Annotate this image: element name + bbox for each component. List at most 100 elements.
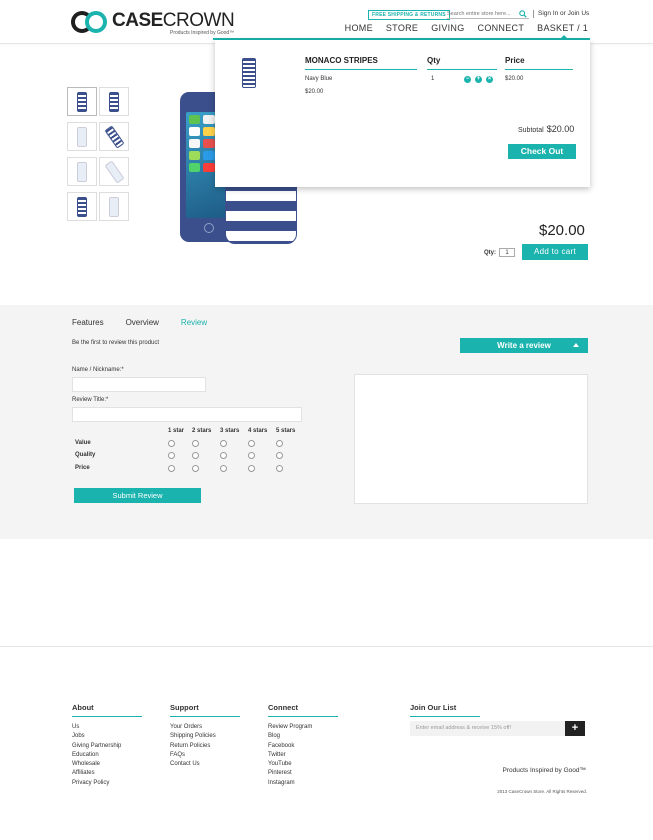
basket-qty-value: 1 — [431, 76, 435, 82]
rating-radio[interactable] — [248, 452, 255, 459]
footer-about: About Us Jobs Giving Partnership Educati… — [72, 703, 142, 788]
footer-link[interactable]: Instagram — [268, 779, 338, 788]
rating-radio[interactable] — [168, 440, 175, 447]
minus-icon[interactable]: − — [464, 76, 471, 83]
footer-link[interactable]: Blog — [268, 732, 338, 741]
basket-dropdown: MONACO STRIPES Qty Price Navy Blue $20.0… — [215, 40, 590, 187]
header-divider — [533, 10, 534, 18]
rating-radio[interactable] — [248, 440, 255, 447]
footer-link[interactable]: Pinterest — [268, 769, 338, 778]
nav-giving[interactable]: GIVING — [431, 23, 464, 33]
thumbnail[interactable] — [67, 192, 97, 221]
product-thumbnails — [67, 87, 129, 221]
footer-tagline: Products Inspired by Good™ — [502, 767, 586, 774]
rating-header: 3 stars — [220, 428, 240, 434]
sign-in-link[interactable]: Sign In or Join Us — [538, 10, 589, 17]
footer-divider — [0, 646, 653, 647]
basket-qty-header: Qty — [427, 56, 497, 70]
thumbnail[interactable] — [99, 122, 129, 151]
footer-link[interactable]: Shipping Policies — [170, 732, 240, 741]
search-bar — [447, 9, 529, 19]
footer-link[interactable]: Return Policies — [170, 742, 240, 751]
rating-radio[interactable] — [276, 452, 283, 459]
footer-link[interactable]: Twitter — [268, 751, 338, 760]
search-input[interactable] — [447, 10, 517, 17]
logo-wordmark: CASECROWN — [112, 10, 235, 31]
basket-price-header: Price — [505, 56, 573, 70]
footer-link[interactable]: Affiliates — [72, 769, 142, 778]
qty-input[interactable]: 1 — [499, 248, 515, 257]
rating-radio[interactable] — [192, 440, 199, 447]
rating-header: 1 star — [168, 428, 185, 434]
rating-header: 4 stars — [248, 428, 268, 434]
footer-link[interactable]: FAQs — [170, 751, 240, 760]
footer-link[interactable]: Contact Us — [170, 760, 240, 769]
basket-line-price: $20.00 — [505, 76, 524, 82]
tab-overview[interactable]: Overview — [126, 318, 159, 327]
write-review-button[interactable]: Write a review — [460, 338, 588, 353]
footer-link[interactable]: YouTube — [268, 760, 338, 769]
rating-radio[interactable] — [220, 465, 227, 472]
footer-support: Support Your Orders Shipping Policies Re… — [170, 703, 240, 769]
rating-radio[interactable] — [276, 440, 283, 447]
thumbnail[interactable] — [67, 157, 97, 186]
review-text-area[interactable] — [354, 374, 588, 504]
thumbnail[interactable] — [67, 87, 97, 116]
rating-radio[interactable] — [192, 465, 199, 472]
nickname-label: Name / Nickname:* — [72, 367, 124, 373]
remove-icon[interactable]: × — [486, 76, 493, 83]
footer-heading: Connect — [268, 703, 338, 717]
footer-heading: About — [72, 703, 142, 717]
thumbnail[interactable] — [99, 157, 129, 186]
rating-header: 2 stars — [192, 428, 212, 434]
add-to-cart-button[interactable]: Add to cart — [522, 244, 588, 260]
rating-radio[interactable] — [168, 452, 175, 459]
submit-review-button[interactable]: Submit Review — [74, 488, 201, 503]
footer-link[interactable]: Giving Partnership — [72, 742, 142, 751]
rating-radio[interactable] — [220, 440, 227, 447]
newsletter-email-input[interactable]: Enter email address & receive 15% off! — [410, 721, 565, 736]
checkout-button[interactable]: Check Out — [508, 144, 576, 159]
qty-label: Qty: — [484, 250, 496, 256]
footer-connect: Connect Review Program Blog Facebook Twi… — [268, 703, 338, 788]
plus-icon[interactable]: + — [565, 721, 585, 736]
rating-header: 5 stars — [276, 428, 296, 434]
footer-link[interactable]: Review Program — [268, 723, 338, 732]
footer-link[interactable]: Your Orders — [170, 723, 240, 732]
footer-link[interactable]: Wholesale — [72, 760, 142, 769]
search-icon[interactable] — [519, 9, 527, 18]
footer-link[interactable]: Education — [72, 751, 142, 760]
thumbnail[interactable] — [99, 192, 129, 221]
plus-icon[interactable]: + — [475, 76, 482, 83]
rating-radio[interactable] — [192, 452, 199, 459]
site-logo[interactable]: CASECROWN Products Inspired by Good™ — [71, 10, 235, 36]
nav-connect[interactable]: CONNECT — [478, 23, 525, 33]
footer-link[interactable]: Us — [72, 723, 142, 732]
rating-radio[interactable] — [220, 452, 227, 459]
tab-review[interactable]: Review — [181, 318, 207, 327]
basket-item-thumbnail[interactable] — [235, 55, 263, 91]
basket-subtotal: Subtotal $20.00 — [518, 124, 575, 134]
rating-radio[interactable] — [168, 465, 175, 472]
nickname-field[interactable] — [72, 377, 206, 392]
empty-review-text: Be the first to review this product — [72, 340, 160, 346]
nav-store[interactable]: STORE — [386, 23, 418, 33]
footer-link[interactable]: Privacy Policy — [72, 779, 142, 788]
logo-tagline: Products Inspired by Good™ — [169, 30, 235, 36]
thumbnail[interactable] — [67, 122, 97, 151]
rating-row-label: Price — [75, 465, 90, 471]
tab-features[interactable]: Features — [72, 318, 104, 327]
newsletter-heading: Join Our List — [410, 703, 480, 717]
rating-radio[interactable] — [248, 465, 255, 472]
rating-row-label: Value — [75, 440, 91, 446]
footer-link[interactable]: Facebook — [268, 742, 338, 751]
footer-link[interactable]: Jobs — [72, 732, 142, 741]
main-nav: HOME STORE GIVING CONNECT BASKET / 1 — [345, 23, 588, 33]
nav-home[interactable]: HOME — [345, 23, 373, 33]
product-tabs: Features Overview Review — [72, 318, 207, 327]
thumbnail[interactable] — [99, 87, 129, 116]
nav-basket[interactable]: BASKET / 1 — [537, 23, 588, 33]
review-title-field[interactable] — [72, 407, 302, 422]
free-shipping-badge[interactable]: FREE SHIPPING & RETURNS — [368, 10, 450, 20]
rating-radio[interactable] — [276, 465, 283, 472]
